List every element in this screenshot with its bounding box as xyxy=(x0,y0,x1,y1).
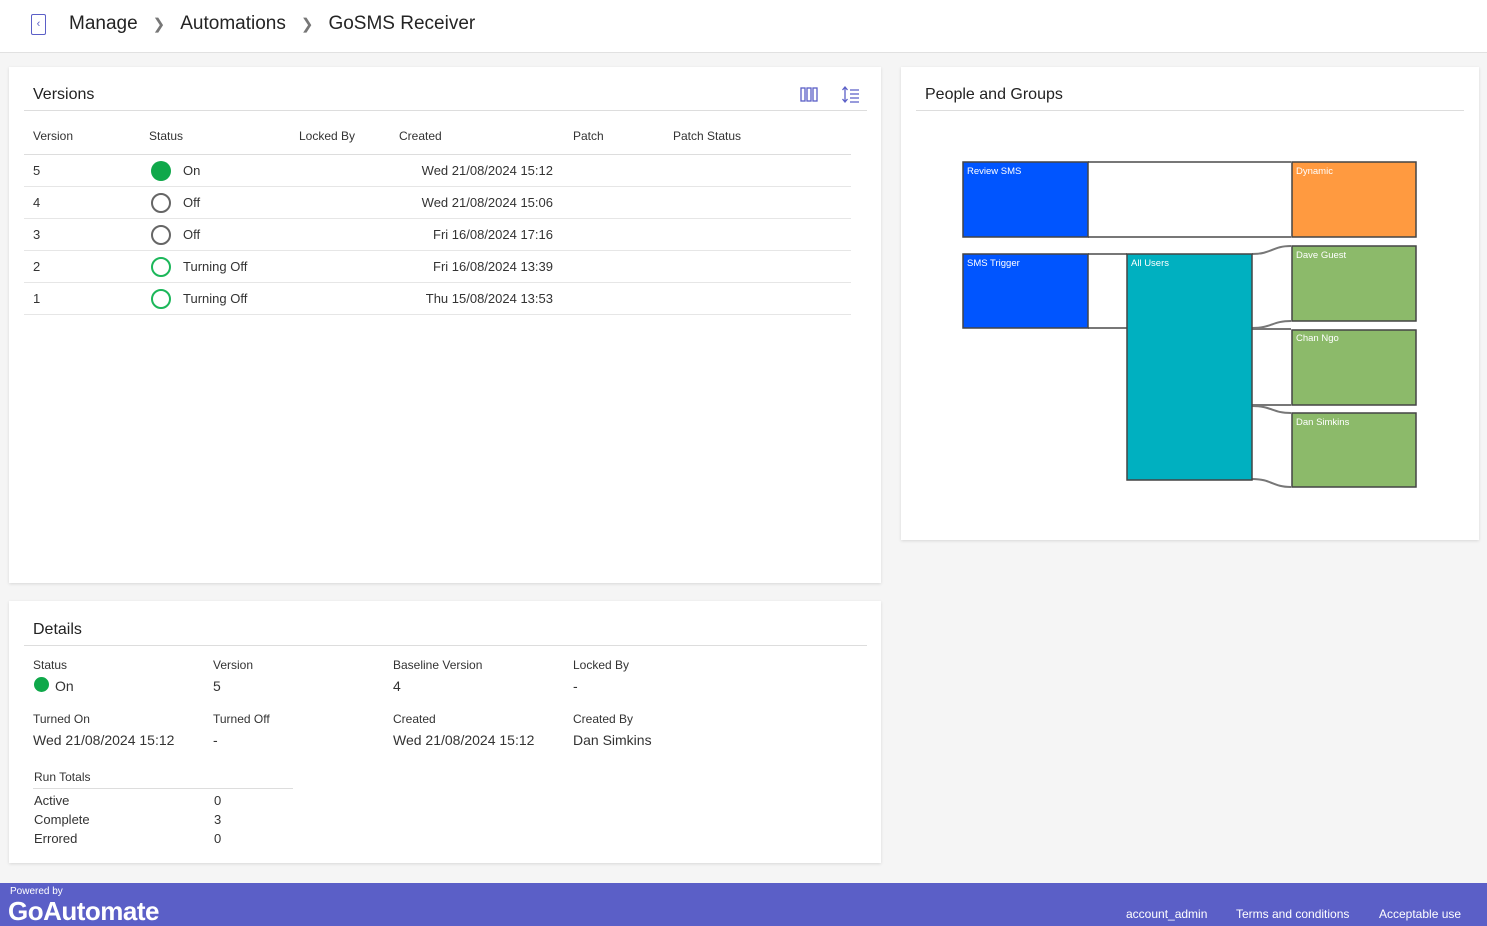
link-trigger-allusers xyxy=(1088,253,1127,329)
status-turning-off-icon xyxy=(151,289,171,309)
table-row[interactable]: 2 Turning Off Fri 16/08/2024 13:39 xyxy=(24,251,851,283)
status-off-icon xyxy=(151,225,171,245)
chevron-right-icon: ❯ xyxy=(152,16,166,33)
turned-on-value: Wed 21/08/2024 15:12 xyxy=(33,732,175,748)
node-label: Dave Guest xyxy=(1296,250,1347,261)
status-cell: Off xyxy=(183,227,201,242)
status-on-icon xyxy=(151,161,171,181)
details-card: Details Status On Version 5 Baseline Ver… xyxy=(9,601,881,863)
divider xyxy=(24,110,867,111)
run-total-complete-value: 3 xyxy=(214,812,222,827)
columns-button[interactable] xyxy=(799,85,819,105)
chevron-left-icon: ‹ xyxy=(36,18,41,30)
status-cell: Off xyxy=(183,195,201,210)
turned-off-label: Turned Off xyxy=(213,712,270,726)
table-row[interactable]: 1 Turning Off Thu 15/08/2024 13:53 xyxy=(24,283,851,315)
created-cell: Fri 16/08/2024 13:39 xyxy=(433,259,553,274)
run-totals-divider xyxy=(33,788,293,789)
chevron-right-icon: ❯ xyxy=(300,16,314,33)
status-cell: Turning Off xyxy=(183,259,248,274)
column-header-patch[interactable]: Patch xyxy=(573,129,604,143)
link-review-dynamic xyxy=(1088,161,1291,238)
versions-card: Versions Version Status Locked By Create… xyxy=(9,67,881,583)
run-total-active-label: Active xyxy=(34,793,70,808)
turned-on-label: Turned On xyxy=(33,712,90,726)
status-cell: On xyxy=(183,163,201,178)
created-cell: Thu 15/08/2024 13:53 xyxy=(425,291,553,306)
created-value: Wed 21/08/2024 15:12 xyxy=(393,732,535,748)
version-label: Version xyxy=(213,658,254,672)
version-cell: 4 xyxy=(33,195,41,210)
people-groups-diagram: Review SMS Dynamic SMS Trigger All Users… xyxy=(962,161,1417,488)
account-admin-link[interactable]: account_admin xyxy=(1126,907,1207,921)
status-turning-off-icon xyxy=(151,257,171,277)
status-on-icon xyxy=(34,677,49,692)
table-row[interactable]: 4 Off Wed 21/08/2024 15:06 xyxy=(24,187,851,219)
node-label: Chan Ngo xyxy=(1296,333,1339,344)
locked-by-value: - xyxy=(573,678,578,694)
link-allusers-dave xyxy=(1251,245,1292,329)
created-cell: Fri 16/08/2024 17:16 xyxy=(433,227,553,242)
people-groups-card: People and Groups Review SMS Dynamic SMS… xyxy=(901,67,1479,540)
status-off-icon xyxy=(151,193,171,213)
acceptable-use-link[interactable]: Acceptable use xyxy=(1379,907,1461,921)
run-totals-label: Run Totals xyxy=(34,770,91,784)
column-header-patch-status[interactable]: Patch Status xyxy=(673,129,741,143)
version-value: 5 xyxy=(213,678,221,694)
status-label: Status xyxy=(33,658,68,672)
footer: Powered by GoAutomate account_admin Term… xyxy=(0,883,1487,926)
node-label: All Users xyxy=(1131,258,1169,269)
divider xyxy=(24,645,867,646)
baseline-version-value: 4 xyxy=(393,678,401,694)
link-allusers-chan xyxy=(1252,328,1291,406)
version-cell: 1 xyxy=(33,291,41,306)
column-header-created[interactable]: Created xyxy=(399,129,442,143)
run-total-complete-label: Complete xyxy=(34,812,90,827)
top-bar: ‹ Manage ❯ Automations ❯ GoSMS Receiver xyxy=(0,0,1487,53)
back-button[interactable]: ‹ xyxy=(31,14,46,35)
node-label: Review SMS xyxy=(967,166,1021,177)
status-value: On xyxy=(55,678,74,694)
table-row[interactable]: 5 On Wed 21/08/2024 15:12 xyxy=(24,155,851,187)
created-by-label: Created By xyxy=(573,712,634,726)
turned-off-value: - xyxy=(213,732,218,748)
node-label: Dynamic xyxy=(1296,166,1333,177)
columns-icon xyxy=(800,87,818,102)
breadcrumb-manage[interactable]: Manage xyxy=(69,13,138,35)
sort-button[interactable] xyxy=(841,85,861,105)
column-header-locked-by[interactable]: Locked By xyxy=(299,129,355,143)
run-total-errored-label: Errored xyxy=(34,831,78,846)
run-total-active-value: 0 xyxy=(214,793,222,808)
baseline-version-label: Baseline Version xyxy=(393,658,483,672)
status-cell: Turning Off xyxy=(183,291,248,306)
breadcrumb: Manage ❯ Automations ❯ GoSMS Receiver xyxy=(69,13,475,35)
versions-title: Versions xyxy=(33,86,95,103)
run-total-errored-value: 0 xyxy=(214,831,222,846)
node-label: SMS Trigger xyxy=(967,258,1020,269)
created-label: Created xyxy=(393,712,436,726)
created-cell: Wed 21/08/2024 15:06 xyxy=(421,195,553,210)
goautomate-logo: GoAutomate xyxy=(8,896,160,926)
column-header-version[interactable]: Version xyxy=(33,129,73,143)
node-all-users xyxy=(1126,253,1253,481)
sort-icon xyxy=(842,85,859,104)
node-label: Dan Simkins xyxy=(1296,417,1350,428)
version-cell: 2 xyxy=(33,259,41,274)
column-header-status[interactable]: Status xyxy=(149,129,183,143)
locked-by-label: Locked By xyxy=(573,658,630,672)
table-row[interactable]: 3 Off Fri 16/08/2024 17:16 xyxy=(24,219,851,251)
breadcrumb-current: GoSMS Receiver xyxy=(328,13,476,34)
terms-link[interactable]: Terms and conditions xyxy=(1236,907,1349,921)
version-cell: 3 xyxy=(33,227,41,242)
link-allusers-dan xyxy=(1251,405,1292,488)
details-title: Details xyxy=(33,621,82,638)
created-by-value: Dan Simkins xyxy=(573,732,652,748)
created-cell: Wed 21/08/2024 15:12 xyxy=(421,163,553,178)
breadcrumb-automations[interactable]: Automations xyxy=(180,13,286,35)
version-cell: 5 xyxy=(33,163,41,178)
